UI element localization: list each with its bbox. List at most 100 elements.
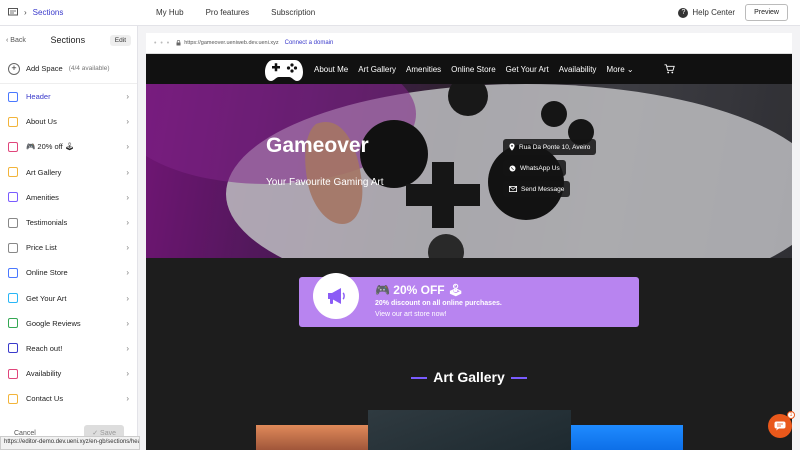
add-space-availability: (4/4 available) — [68, 65, 110, 72]
section-icon — [8, 217, 18, 228]
address-pill[interactable]: Rua Da Ponte 10, Aveiro — [503, 139, 597, 155]
sidebar-item-price-list[interactable]: Price List › — [0, 235, 137, 260]
lock-icon — [176, 40, 181, 46]
sidebar-item-label: Reach out! — [26, 343, 63, 353]
top-nav: My Hub Pro features Subscription — [156, 8, 315, 17]
gallery-image[interactable] — [368, 410, 571, 450]
site-nav: About Me Art Gallery Amenities Online St… — [146, 54, 792, 84]
help-icon: ? — [678, 7, 689, 18]
sidebar-item-label: About Us — [26, 117, 57, 127]
promo-banner[interactable]: 🎮 20% OFF 🕹 20% discount on all online p… — [299, 273, 639, 327]
back-button[interactable]: ‹ Back — [6, 37, 26, 44]
megaphone-icon — [313, 273, 359, 319]
section-icon — [8, 192, 18, 203]
sidebar-item-availability[interactable]: Availability › — [0, 361, 137, 386]
chevron-right-icon: › — [126, 192, 129, 202]
section-icon — [8, 343, 18, 354]
chat-button[interactable]: 1 — [768, 411, 795, 438]
address-text: Rua Da Ponte 10, Aveiro — [519, 143, 591, 151]
browser-bar: • • • https://gameover.ueniweb.dev.ueni.… — [146, 33, 792, 54]
mail-icon — [509, 186, 517, 192]
whatsapp-label: WhatsApp Us — [520, 164, 560, 172]
edit-button[interactable]: Edit — [109, 34, 131, 46]
chevron-right-icon: › — [126, 394, 129, 404]
sidebar-item-label: Availability — [26, 369, 62, 379]
promo-title: 🎮 20% OFF 🕹 — [375, 283, 464, 297]
hero-subtitle: Your Favourite Gaming Art — [266, 177, 384, 188]
chevron-right-icon: › — [126, 293, 129, 303]
section-icon — [8, 318, 18, 329]
chevron-right-icon: › — [126, 218, 129, 228]
section-icon — [8, 368, 18, 379]
chevron-right-icon: › — [126, 92, 129, 102]
breadcrumb-sections[interactable]: Sections — [33, 8, 64, 17]
site-nav-more[interactable]: More ⌄ — [606, 65, 633, 74]
editor-icon[interactable] — [8, 8, 18, 17]
sidebar-item-20-off[interactable]: 🎮 20% off 🕹 › — [0, 134, 137, 159]
plus-icon: + — [8, 62, 20, 75]
hero-title: Gameover — [266, 134, 369, 157]
cart-icon[interactable] — [664, 64, 675, 74]
section-icon — [8, 116, 18, 127]
sidebar-item-google-reviews[interactable]: Google Reviews › — [0, 311, 137, 336]
chat-icon — [774, 421, 786, 431]
sidebar-item-label: Contact Us — [26, 394, 64, 404]
browser-url: https://gameover.ueniweb.dev.ueni.xyz — [176, 40, 279, 46]
sidebar-item-contact-us[interactable]: Contact Us › — [0, 386, 137, 411]
section-icon — [8, 293, 18, 304]
help-center-link[interactable]: ? Help Center — [678, 7, 735, 18]
gallery-heading: Art Gallery — [146, 369, 792, 385]
preview-button[interactable]: Preview — [745, 4, 788, 21]
chevron-right-icon: › — [126, 243, 129, 253]
nav-pro-features[interactable]: Pro features — [206, 8, 250, 17]
sidebar-item-testimonials[interactable]: Testimonials › — [0, 210, 137, 235]
sidebar-item-label: Price List — [26, 243, 57, 253]
gamepad-logo-icon[interactable] — [264, 56, 304, 82]
gallery-image[interactable] — [256, 425, 368, 450]
location-pin-icon — [509, 143, 515, 151]
sidebar-item-label: 🎮 20% off 🕹 — [26, 142, 75, 152]
site-nav-availability[interactable]: Availability — [559, 65, 597, 74]
site-nav-about[interactable]: About Me — [314, 65, 348, 74]
window-dots: • • • — [154, 39, 171, 47]
whatsapp-icon — [509, 165, 516, 171]
sidebar-item-get-your-art[interactable]: Get Your Art › — [0, 286, 137, 311]
breadcrumb: › Sections — [0, 8, 150, 17]
chevron-right-icon: › — [126, 167, 129, 177]
sidebar-item-about-us[interactable]: About Us › — [0, 109, 137, 134]
site-nav-amenities[interactable]: Amenities — [406, 65, 441, 74]
chevron-right-icon: › — [126, 343, 129, 353]
nav-subscription[interactable]: Subscription — [271, 8, 315, 17]
chevron-right-icon: › — [126, 268, 129, 278]
promo-line2: View our art store now! — [375, 311, 447, 318]
gallery-image[interactable] — [571, 425, 683, 450]
sidebar-item-label: Testimonials — [26, 218, 68, 228]
sidebar-item-header[interactable]: Header › — [0, 84, 137, 109]
site-nav-more-label: More — [606, 64, 625, 74]
gallery-title: Art Gallery — [433, 369, 505, 385]
whatsapp-button[interactable]: WhatsApp Us — [503, 160, 566, 176]
sidebar-title: Sections — [50, 35, 86, 45]
hero-section: Gameover Your Favourite Gaming Art Rua D… — [146, 84, 792, 258]
send-message-label: Send Message — [521, 185, 565, 193]
sidebar-item-online-store[interactable]: Online Store › — [0, 260, 137, 285]
add-space-button[interactable]: + Add Space (4/4 available) — [0, 54, 137, 84]
site-nav-online-store[interactable]: Online Store — [451, 65, 495, 74]
site-nav-get-your-art[interactable]: Get Your Art — [506, 65, 549, 74]
sidebar-item-art-gallery[interactable]: Art Gallery › — [0, 160, 137, 185]
sidebar-item-amenities[interactable]: Amenities › — [0, 185, 137, 210]
site-nav-art-gallery[interactable]: Art Gallery — [358, 65, 396, 74]
hero-overlay — [146, 84, 792, 258]
section-icon — [8, 141, 18, 152]
chevron-right-icon: › — [126, 318, 129, 328]
nav-my-hub[interactable]: My Hub — [156, 8, 184, 17]
add-space-label: Add Space — [26, 64, 63, 73]
sidebar-item-label: Online Store — [26, 268, 68, 278]
sidebar-item-reach-out[interactable]: Reach out! › — [0, 336, 137, 361]
back-label: Back — [10, 36, 26, 44]
send-message-button[interactable]: Send Message — [503, 181, 571, 197]
sidebar-item-label: Art Gallery — [26, 167, 62, 177]
connect-domain-link[interactable]: Connect a domain — [285, 40, 334, 46]
chevron-right-icon: › — [24, 8, 27, 17]
section-icon — [8, 167, 18, 178]
